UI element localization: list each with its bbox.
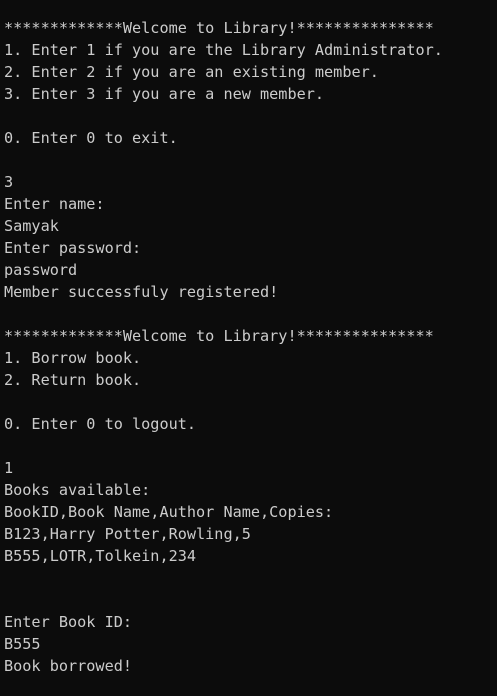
console-line: B555,LOTR,Tolkein,234 — [4, 547, 197, 565]
console-line: 0. Enter 0 to logout. — [4, 415, 197, 433]
console-line: Book borrowed! — [4, 657, 133, 675]
console-line: B555 — [4, 635, 41, 653]
console-line: password — [4, 261, 78, 279]
console-line: Enter Book ID: — [4, 613, 133, 631]
console-line: 1 — [4, 459, 14, 477]
console-line: B123,Harry Potter,Rowling,5 — [4, 525, 251, 543]
console-line: 1. Borrow book. — [4, 349, 142, 367]
console-line: 0. Enter 0 to exit. — [4, 129, 178, 147]
console-line: 3 — [4, 173, 14, 191]
console-line: 3. Enter 3 if you are a new member. — [4, 85, 325, 103]
console-line: Books available: — [4, 481, 151, 499]
console-line: Samyak — [4, 217, 59, 235]
console-line: *************Welcome to Library!********… — [4, 19, 434, 37]
console-line: Enter name: — [4, 195, 105, 213]
console-line: 1. Enter 1 if you are the Library Admini… — [4, 41, 443, 59]
console-line: Member successfuly registered! — [4, 283, 279, 301]
console-line: BookID,Book Name,Author Name,Copies: — [4, 503, 334, 521]
console-output[interactable]: *************Welcome to Library!********… — [0, 0, 497, 696]
console-line: 2. Return book. — [4, 371, 142, 389]
console-line: Enter password: — [4, 239, 142, 257]
console-line: *************Welcome to Library!********… — [4, 327, 434, 345]
console-line: 2. Enter 2 if you are an existing member… — [4, 63, 379, 81]
